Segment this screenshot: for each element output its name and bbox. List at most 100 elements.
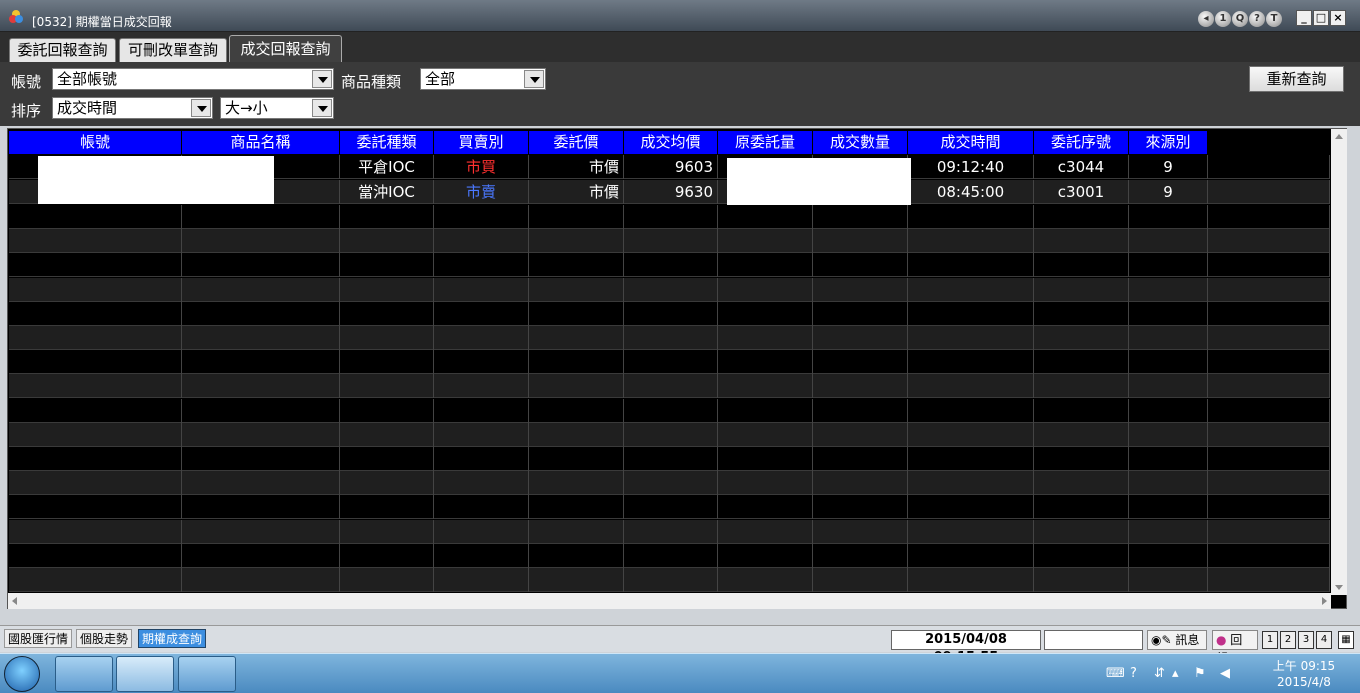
trade-report-grid[interactable]: 帳號 商品名稱 委託種類 買賣別 委託價 成交均價 原委託量 成交數量 成交時間… <box>7 128 1347 609</box>
taskbar-app-trading[interactable] <box>116 656 174 692</box>
refresh-query-button[interactable]: 重新查詢 <box>1249 66 1344 92</box>
cell-order-type: 當沖IOC <box>340 180 434 204</box>
table-cell-empty <box>718 519 813 544</box>
table-row-empty[interactable] <box>9 543 1330 568</box>
cell-filler <box>1208 180 1330 204</box>
table-cell-empty <box>813 447 908 471</box>
restore-button[interactable]: □ <box>1313 10 1329 26</box>
chevron-down-icon[interactable] <box>312 99 332 117</box>
column-header-original-qty[interactable]: 原委託量 <box>718 131 813 154</box>
tab-cancellable-orders[interactable]: 可刪改單查詢 <box>119 38 227 62</box>
table-row-empty[interactable] <box>9 398 1330 423</box>
close-button[interactable]: × <box>1330 10 1346 26</box>
layout-4-button[interactable]: 4 <box>1316 631 1332 649</box>
product-type-select[interactable]: 全部 <box>420 68 546 90</box>
table-row-empty[interactable] <box>9 471 1330 496</box>
window-title-bar[interactable]: [0532] 期權當日成交回報 ◂ 1 Q ? T _ □ × <box>0 0 1360 32</box>
message-button[interactable]: ◉✎ 訊息 <box>1147 630 1207 650</box>
table-cell-empty <box>908 350 1034 375</box>
sort-order-select-value: 大→小 <box>225 99 268 117</box>
table-row-empty[interactable] <box>9 374 1330 399</box>
tab-order-report[interactable]: 委託回報查詢 <box>9 38 116 62</box>
column-header-source[interactable]: 來源別 <box>1129 131 1208 154</box>
chevron-down-icon[interactable] <box>312 70 332 88</box>
scroll-down-icon[interactable] <box>1335 585 1343 590</box>
table-row-empty[interactable] <box>9 447 1330 471</box>
status-input-field[interactable] <box>1044 630 1143 650</box>
column-header-order-seq[interactable]: 委託序號 <box>1034 131 1129 154</box>
table-row-empty[interactable] <box>9 568 1330 592</box>
taskbar-clock[interactable]: 上午 09:15 2015/4/8 <box>1264 658 1344 690</box>
bottom-tab-options-query[interactable]: 期權成查詢 <box>138 629 207 648</box>
table-cell-empty <box>1208 277 1330 302</box>
title-tool-icons: ◂ 1 Q ? T <box>1198 11 1282 27</box>
sort-field-select[interactable]: 成交時間 <box>52 97 213 119</box>
table-cell-empty <box>908 495 1034 520</box>
column-header-avg-fill-price[interactable]: 成交均價 <box>624 131 718 154</box>
number-one-icon[interactable]: 1 <box>1215 11 1231 27</box>
message-label: 訊息 <box>1175 633 1200 647</box>
column-header-side[interactable]: 買賣別 <box>434 131 529 154</box>
network-icon[interactable]: ⇵ <box>1154 666 1165 681</box>
cell-avg-price: 9630 <box>624 180 718 204</box>
show-hidden-icons[interactable]: ▴ <box>1172 666 1179 681</box>
horizontal-scrollbar[interactable] <box>8 593 1331 609</box>
column-header-fill-time[interactable]: 成交時間 <box>908 131 1034 154</box>
column-header-order-price[interactable]: 委託價 <box>529 131 624 154</box>
scroll-left-icon[interactable] <box>12 597 17 605</box>
redacted-account-product <box>38 156 274 204</box>
scroll-right-icon[interactable] <box>1322 597 1327 605</box>
taskbar-app-hand[interactable] <box>178 656 236 692</box>
volume-icon[interactable]: ◀ <box>1220 666 1230 681</box>
scroll-up-icon[interactable] <box>1335 134 1343 139</box>
taskbar-app-browser[interactable] <box>55 656 113 692</box>
column-header-account[interactable]: 帳號 <box>9 131 182 154</box>
layout-3-button[interactable]: 3 <box>1298 631 1314 649</box>
table-row-empty[interactable] <box>9 422 1330 447</box>
layout-1-button[interactable]: 1 <box>1262 631 1278 649</box>
table-row-empty[interactable] <box>9 301 1330 326</box>
back-icon[interactable]: ◂ <box>1198 11 1214 27</box>
keyboard-icon[interactable]: ⌨ <box>1106 666 1125 681</box>
help-tray-icon[interactable]: ? <box>1130 666 1137 681</box>
table-cell-empty <box>9 350 182 375</box>
tab-trade-report[interactable]: 成交回報查詢 <box>229 35 342 62</box>
vertical-scrollbar[interactable] <box>1331 129 1347 595</box>
chevron-down-icon[interactable] <box>524 70 544 88</box>
table-row-empty[interactable] <box>9 519 1330 544</box>
help-icon[interactable]: ? <box>1249 11 1265 27</box>
flag-icon[interactable]: ⚑ <box>1194 666 1206 681</box>
minimize-button[interactable]: _ <box>1296 10 1312 26</box>
table-row-empty[interactable] <box>9 277 1330 302</box>
start-button[interactable] <box>4 656 40 692</box>
table-row-empty[interactable] <box>9 495 1330 520</box>
table-cell-empty <box>624 229 718 254</box>
column-header-order-type[interactable]: 委託種類 <box>340 131 434 154</box>
table-cell-empty <box>340 277 434 302</box>
column-header-product-name[interactable]: 商品名稱 <box>182 131 340 154</box>
bottom-tab-stock-trend[interactable]: 個股走勢 <box>76 629 133 648</box>
table-cell-empty <box>624 543 718 568</box>
table-row-empty[interactable] <box>9 205 1330 229</box>
table-cell-empty <box>718 568 813 592</box>
text-icon[interactable]: T <box>1266 11 1282 27</box>
report-button[interactable]: ● 回報 <box>1212 630 1258 665</box>
table-cell-empty <box>182 326 340 350</box>
chevron-down-icon[interactable] <box>191 99 211 117</box>
column-header-filled-qty[interactable]: 成交數量 <box>813 131 908 154</box>
sort-order-select[interactable]: 大→小 <box>220 97 334 119</box>
search-icon[interactable]: Q <box>1232 11 1248 27</box>
table-row-empty[interactable] <box>9 229 1330 254</box>
grid-layout-icon[interactable]: ▦ <box>1338 631 1354 649</box>
bottom-tab-market[interactable]: 國股匯行情 <box>4 629 73 648</box>
table-cell-empty <box>813 277 908 302</box>
tab-strip: 委託回報查詢 可刪改單查詢 成交回報查詢 <box>0 32 1360 62</box>
table-row-empty[interactable] <box>9 350 1330 375</box>
query-filter-panel: 帳號 全部帳號 商品種類 全部 排序 成交時間 大→小 重新查詢 <box>0 62 1360 126</box>
cell-side: 市買 <box>434 155 529 179</box>
cell-order-price: 市價 <box>529 180 624 204</box>
table-row-empty[interactable] <box>9 253 1330 278</box>
table-row-empty[interactable] <box>9 326 1330 350</box>
layout-2-button[interactable]: 2 <box>1280 631 1296 649</box>
account-select[interactable]: 全部帳號 <box>52 68 334 90</box>
